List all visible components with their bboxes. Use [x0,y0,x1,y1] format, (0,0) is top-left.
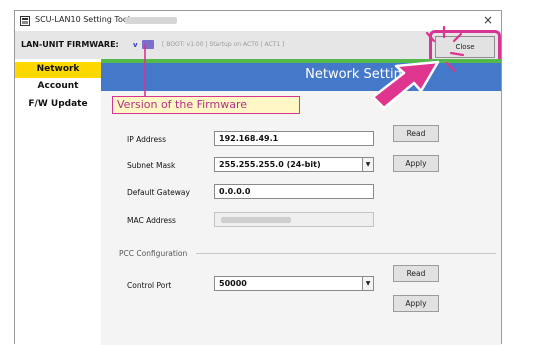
firmware-boot-info: [ BOOT: v1.00 | Startup on ACT0 | ACT1 ] [162,41,285,48]
control-port-label: Control Port [127,281,172,290]
subnet-mask-label: Subnet Mask [127,161,176,170]
sidebar: Network Account F/W Update [15,59,101,345]
chevron-down-icon[interactable]: ▼ [362,158,373,171]
pcc-section-divider [196,253,496,254]
window-title-redacted [125,17,177,24]
sidebar-item-account[interactable]: Account [15,79,101,95]
pcc-read-button[interactable]: Read [393,265,439,282]
firmware-bar: LAN-UNIT FIRMWARE: v [ BOOT: v1.00 | Sta… [15,30,501,64]
header-accent-stripe [101,59,501,63]
network-read-button[interactable]: Read [393,125,439,142]
title-bar: SCU-LAN10 Setting Tool - × [15,11,501,31]
control-port-value: 50000 [219,279,247,288]
app-icon [20,16,30,26]
mac-address-field [214,212,374,227]
network-apply-button[interactable]: Apply [393,155,439,172]
window-title: SCU-LAN10 Setting Tool - [35,15,136,24]
pcc-apply-button[interactable]: Apply [393,295,439,312]
sidebar-item-fw-update[interactable]: F/W Update [15,97,101,113]
app-window: SCU-LAN10 Setting Tool - × LAN-UNIT FIRM… [14,10,502,345]
sidebar-item-network[interactable]: Network [15,62,101,78]
default-gateway-label: Default Gateway [127,188,190,197]
pcc-section-title: PCC Configuration [119,249,188,258]
firmware-version-callout: Version of the Firmware [112,96,300,114]
firmware-version-redacted [142,40,154,49]
firmware-version-prefix: v [133,41,138,49]
default-gateway-input[interactable]: 0.0.0.0 [214,184,374,199]
mac-address-label: MAC Address [127,216,176,225]
subnet-mask-select[interactable]: 255.255.255.0 (24-bit) ▼ [214,157,374,172]
chevron-down-icon[interactable]: ▼ [362,277,373,290]
window-close-icon[interactable]: × [483,13,493,27]
ip-address-label: IP Address [127,135,166,144]
page-title: Network Settings [305,67,417,82]
subnet-mask-value: 255.255.255.0 (24-bit) [219,160,321,169]
control-port-select[interactable]: 50000 ▼ [214,276,374,291]
mac-address-redacted [221,217,291,223]
firmware-label: LAN-UNIT FIRMWARE: [21,40,119,49]
ip-address-input[interactable]: 192.168.49.1 [214,131,374,146]
header-band: Network Settings [101,59,501,91]
